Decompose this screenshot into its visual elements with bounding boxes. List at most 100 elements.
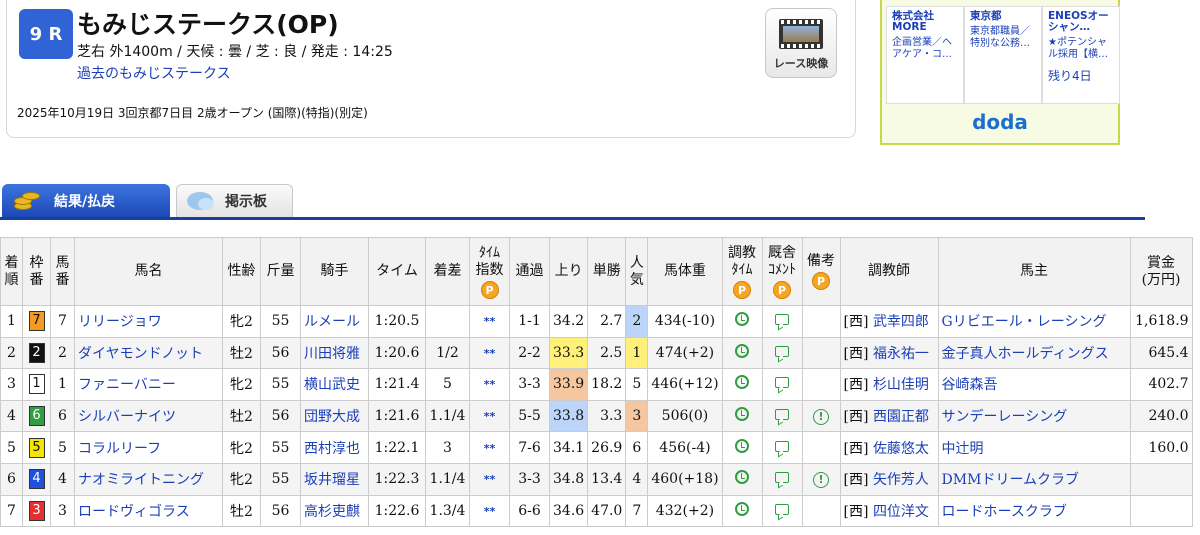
cell-prize: 645.4	[1129, 336, 1193, 370]
exclamation-circle-icon[interactable]: !	[813, 471, 830, 488]
trainer-link[interactable]: 佐藤悠太	[873, 441, 929, 457]
speech-bubble-icon[interactable]	[775, 409, 790, 421]
clock-icon[interactable]	[735, 501, 750, 516]
cell-margin: 1.3/4	[425, 494, 470, 528]
time-index-value[interactable]: **	[484, 410, 496, 423]
jockey-link[interactable]: 横山武史	[304, 377, 360, 393]
horse-name-link[interactable]: シルバーナイツ	[78, 409, 176, 425]
horse-name-link[interactable]: ロードヴィゴラス	[78, 504, 190, 520]
cell-training-time[interactable]	[721, 305, 763, 338]
jockey-link[interactable]: ルメール	[304, 314, 360, 330]
tab-results[interactable]: 結果/払戻	[2, 184, 170, 217]
film-icon	[779, 19, 823, 49]
time-index-value[interactable]: **	[484, 505, 496, 518]
trainer-link[interactable]: 福永祐一	[873, 346, 929, 362]
tab-board-label: 掲示板	[225, 194, 267, 210]
cell-margin: 5	[425, 368, 470, 401]
point-icon[interactable]: P	[480, 280, 499, 299]
clock-icon[interactable]	[735, 438, 750, 453]
cell-training-time[interactable]	[721, 336, 763, 370]
point-icon[interactable]: P	[773, 280, 792, 299]
horse-name-link[interactable]: ナオミライトニング	[78, 472, 204, 488]
owner-link[interactable]: サンデーレーシング	[942, 409, 1068, 425]
race-number-badge: 9 R	[19, 9, 73, 59]
horse-name-link[interactable]: ファニーバニー	[78, 377, 176, 393]
speech-bubble-icon[interactable]	[775, 472, 790, 484]
cell-horse-number: 3	[50, 494, 75, 528]
jockey-link[interactable]: 坂井瑠星	[304, 472, 360, 488]
time-index-value[interactable]: **	[484, 378, 496, 391]
cell-stable-comment[interactable]	[761, 399, 803, 433]
cell-training-time[interactable]	[721, 368, 763, 401]
cell-note[interactable]: !	[801, 462, 841, 496]
cell-waku: 2	[22, 336, 51, 370]
jockey-link[interactable]: 西村淳也	[304, 441, 360, 457]
doda-logo[interactable]: doda	[882, 110, 1118, 134]
cell-training-time[interactable]	[721, 462, 763, 496]
point-icon[interactable]: P	[812, 272, 831, 290]
time-index-value[interactable]: **	[484, 315, 496, 328]
horse-name-link[interactable]: ダイヤモンドノット	[78, 346, 203, 362]
clock-icon[interactable]	[735, 470, 750, 485]
speech-bubble-icon[interactable]	[775, 377, 790, 389]
time-index-value[interactable]: **	[484, 473, 496, 486]
cell-horse-name: コラルリーフ	[74, 431, 223, 464]
trainer-link[interactable]: 矢作芳人	[873, 472, 929, 488]
jockey-link[interactable]: 高杉吏麒	[304, 504, 360, 520]
trainer-link[interactable]: 武幸四郎	[873, 314, 929, 330]
past-races-link[interactable]: 過去のもみじステークス	[77, 63, 231, 83]
cell-stable-comment[interactable]	[761, 494, 803, 528]
job-ad-3[interactable]: ENEOSオーシャン… ★ポテンシャル採用【横… 残り4日	[1042, 6, 1120, 104]
cell-training-time[interactable]	[721, 494, 763, 528]
job-ad-1[interactable]: 株式会社MORE 企画営業／ヘアケア・コ…	[886, 6, 964, 104]
speech-bubble-icon[interactable]	[775, 503, 790, 515]
owner-link[interactable]: 中辻明	[942, 441, 984, 457]
owner-link[interactable]: DMMドリームクラブ	[942, 472, 1079, 488]
cell-popularity: 6	[625, 431, 649, 464]
cell-horse-name: リリージョワ	[74, 305, 223, 338]
jockey-link[interactable]: 団野大成	[304, 409, 360, 425]
cell-horse-name: シルバーナイツ	[74, 399, 223, 433]
time-index-value[interactable]: **	[484, 347, 496, 360]
cell-stable-comment[interactable]	[761, 431, 803, 464]
cell-margin: 1/2	[425, 336, 470, 370]
cell-trainer: [西] 西園正都	[839, 399, 939, 433]
race-video-button[interactable]: レース映像	[765, 8, 837, 78]
speech-bubble-icon[interactable]	[775, 345, 790, 357]
cell-stable-comment[interactable]	[761, 462, 803, 496]
clock-icon[interactable]	[735, 375, 750, 390]
cell-stable-comment[interactable]	[761, 336, 803, 370]
owner-link[interactable]: 谷崎森吾	[942, 377, 998, 393]
point-icon[interactable]: P	[733, 280, 752, 299]
cell-training-time[interactable]	[721, 399, 763, 433]
trainer-link[interactable]: 四位洋文	[873, 504, 929, 520]
time-index-value[interactable]: **	[484, 442, 496, 455]
speech-bubble-icon[interactable]	[775, 440, 790, 452]
job-ad-2[interactable]: 東京都 東京都職員／特別な公務…	[964, 6, 1042, 104]
owner-link[interactable]: 金子真人ホールディングス	[942, 346, 1109, 362]
cell-odds: 26.9	[587, 431, 627, 464]
clock-icon[interactable]	[735, 407, 750, 422]
speech-bubble-icon[interactable]	[775, 314, 790, 326]
exclamation-circle-icon[interactable]: !	[813, 408, 830, 425]
clock-icon[interactable]	[735, 343, 750, 358]
trainer-link[interactable]: 杉山佳明	[873, 377, 929, 393]
cell-sex-age: 牝2	[222, 368, 261, 401]
owner-link[interactable]: Gリビエール・レーシング	[942, 314, 1107, 330]
horse-name-link[interactable]: リリージョワ	[78, 314, 162, 330]
race-header-card: 9 R もみじステークス(OP) 芝右 外1400m / 天候 : 曇 / 芝 …	[6, 0, 856, 138]
cell-stable-comment[interactable]	[761, 368, 803, 401]
horse-name-link[interactable]: コラルリーフ	[78, 441, 161, 457]
cell-trainer: [西] 福永祐一	[839, 336, 939, 370]
tab-board[interactable]: 掲示板	[176, 184, 293, 217]
owner-link[interactable]: ロードホースクラブ	[942, 504, 1067, 520]
clock-icon[interactable]	[735, 312, 750, 327]
trainer-link[interactable]: 西園正都	[873, 409, 929, 425]
cell-note[interactable]: !	[801, 399, 841, 433]
cell-weight-carried: 56	[260, 399, 301, 433]
cell-horse-name: ダイヤモンドノット	[74, 336, 223, 370]
cell-training-time[interactable]	[721, 431, 763, 464]
jockey-link[interactable]: 川田将雅	[304, 346, 360, 362]
column-header: 馬主	[937, 237, 1131, 306]
cell-stable-comment[interactable]	[761, 305, 803, 338]
